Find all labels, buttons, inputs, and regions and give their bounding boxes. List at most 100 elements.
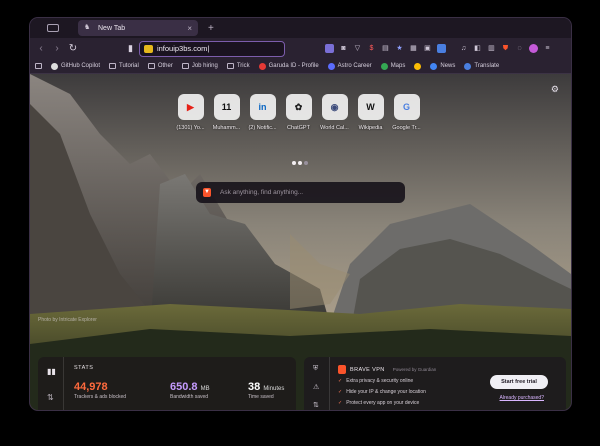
bookmark-item[interactable]: Translate xyxy=(464,62,499,70)
top-site-tile[interactable]: G Google Tr... xyxy=(392,94,421,131)
profile-icon[interactable] xyxy=(528,44,538,53)
bookmark-item[interactable]: GitHub Copilot xyxy=(51,62,100,70)
brave-lion-icon: ♞ xyxy=(84,24,91,31)
start-free-trial-button[interactable]: Start free trial xyxy=(490,375,548,389)
bookmark-item[interactable]: Trick xyxy=(226,63,250,69)
swap-icon[interactable]: ⇅ xyxy=(47,393,54,402)
bookmark-item[interactable]: Job hiring xyxy=(181,63,218,69)
time-value: 38 xyxy=(248,381,261,393)
vpn-feature: ✓ Extra privacy & security online xyxy=(338,378,414,384)
widget-switcher: ⛨ ⚠ ⇅ xyxy=(304,357,330,410)
folder-icon xyxy=(147,63,155,69)
forward-icon[interactable]: › xyxy=(52,43,62,54)
wallet-icon[interactable]: ▤ xyxy=(381,44,390,53)
leo-icon[interactable]: ◌ xyxy=(515,44,524,53)
vee-icon[interactable]: ▽ xyxy=(353,44,362,53)
top-site-tile[interactable]: ◉ World Cal... xyxy=(320,94,349,131)
tab-new-tab[interactable]: ♞ New Tab × xyxy=(78,20,198,36)
reload-icon[interactable]: ↻ xyxy=(68,43,78,54)
chatgpt-icon: ✿ xyxy=(285,94,312,120)
vpn-shield-icon[interactable]: ⛨ xyxy=(313,365,318,373)
translate-icon xyxy=(464,62,472,70)
new-tab-page: ⚙ ▶ (1301) Yo... 11 Muhamm... in (2) Notific.… xyxy=(30,74,571,410)
top-sites-pager[interactable] xyxy=(292,161,308,165)
time-caption: Time saved xyxy=(248,394,274,400)
pager-dot[interactable] xyxy=(304,161,308,165)
astro-icon xyxy=(327,62,335,70)
photo-credit[interactable]: Photo by Intricate Explorer xyxy=(38,317,97,323)
address-bar[interactable]: infouip3bs.com| xyxy=(138,40,285,57)
check-icon: ✓ xyxy=(338,400,343,406)
tile-glyph: G xyxy=(402,102,410,112)
brave-shield-icon[interactable]: ⛊ xyxy=(501,44,510,53)
vpn-feature: ✓ Protect every app on your device xyxy=(338,400,420,406)
dollar-icon[interactable]: $ xyxy=(367,44,376,53)
sidebar-panel-icon[interactable]: ◧ xyxy=(473,44,482,53)
swap-icon[interactable]: ⇅ xyxy=(313,401,319,409)
top-site-tile[interactable]: in (2) Notific... xyxy=(248,94,277,131)
folder-icon xyxy=(226,63,234,69)
downloads-icon[interactable]: ▥ xyxy=(487,44,496,53)
trackers-caption: Trackers & ads blocked xyxy=(74,394,127,400)
bookmark-item[interactable]: Garuda ID - Profile xyxy=(258,62,319,70)
vpn-widget: ⛨ ⚠ ⇅ BRAVE VPN Powered by Guardian ✓ Ext… xyxy=(304,357,566,410)
top-site-tile[interactable]: 11 Muhamm... xyxy=(212,94,241,131)
brave-search-icon: ▼ xyxy=(203,188,211,197)
stats-title: STATS xyxy=(74,365,94,371)
site-info-icon[interactable] xyxy=(143,44,153,53)
star-icon[interactable]: ★ xyxy=(395,44,404,53)
menu-icon[interactable]: ≡ xyxy=(543,44,552,53)
close-tab-icon[interactable]: × xyxy=(187,24,192,33)
folder-icon xyxy=(109,63,117,69)
extension-icon[interactable] xyxy=(324,44,334,53)
top-site-label: ChatGPT xyxy=(287,125,310,131)
search-box[interactable]: ▼ Ask anything, find anything... xyxy=(196,182,405,203)
tile-glyph: W xyxy=(366,102,375,112)
pager-dot[interactable] xyxy=(298,161,302,165)
camera-icon[interactable]: ◙ xyxy=(339,44,348,53)
translate-ext-icon[interactable] xyxy=(436,44,446,53)
bookmark-icon[interactable]: ▮ xyxy=(128,43,133,54)
grid-icon[interactable]: ▦ xyxy=(409,44,418,53)
tile-glyph: ◉ xyxy=(330,101,339,112)
youtube-icon: ▶ xyxy=(177,94,204,120)
top-site-tile[interactable]: ✿ ChatGPT xyxy=(284,94,313,131)
top-sites: ▶ (1301) Yo... 11 Muhamm... in (2) Notific...… xyxy=(176,94,421,131)
new-tab-button[interactable]: + xyxy=(208,23,214,34)
sidebar-toggle-button[interactable] xyxy=(36,21,70,35)
bookmark-item[interactable]: Other xyxy=(147,63,173,69)
music-icon[interactable]: ♫ xyxy=(459,44,468,53)
tile-glyph: in xyxy=(258,102,267,112)
tile-glyph: ✿ xyxy=(294,101,303,112)
already-purchased-link[interactable]: Already purchased? xyxy=(500,395,544,401)
vpn-header: BRAVE VPN Powered by Guardian xyxy=(338,365,436,374)
folder-icon xyxy=(181,63,189,69)
tile-glyph: 11 xyxy=(221,102,232,112)
bookmark-item[interactable] xyxy=(414,62,422,70)
stats-chart-icon[interactable]: ▮▮ xyxy=(47,367,56,376)
check-icon: ✓ xyxy=(338,389,343,395)
stats-widget: ▮▮ ⇅ STATS 44,978 Trackers & ads blocked… xyxy=(38,357,296,410)
time-unit: Minutes xyxy=(263,386,285,392)
world-icon: ◉ xyxy=(321,94,348,120)
alert-icon[interactable]: ⚠ xyxy=(313,383,319,391)
back-icon[interactable]: ‹ xyxy=(36,43,46,54)
top-site-tile[interactable]: W Wikipedia xyxy=(356,94,385,131)
apps-icon[interactable] xyxy=(35,63,42,69)
chrome-icon xyxy=(414,62,422,70)
bookmark-item[interactable]: Maps xyxy=(380,62,405,70)
top-site-tile[interactable]: ▶ (1301) Yo... xyxy=(176,94,205,131)
window-icon[interactable]: ▣ xyxy=(423,44,432,53)
top-site-label: Google Tr... xyxy=(392,125,421,131)
top-site-label: World Cal... xyxy=(320,125,349,131)
top-site-label: (1301) Yo... xyxy=(176,125,205,131)
pager-dot[interactable] xyxy=(292,161,296,165)
vpn-features: ✓ Extra privacy & security online ✓ Hide y… xyxy=(338,378,426,410)
bookmark-item[interactable]: News xyxy=(430,62,455,70)
bookmark-item[interactable]: Astro Career xyxy=(327,62,372,70)
address-bar-text: infouip3bs.com| xyxy=(156,44,210,53)
check-icon: ✓ xyxy=(338,378,343,384)
news-icon xyxy=(430,62,438,70)
customize-gear-icon[interactable]: ⚙ xyxy=(551,84,559,95)
bookmark-item[interactable]: Tutorial xyxy=(109,63,139,69)
